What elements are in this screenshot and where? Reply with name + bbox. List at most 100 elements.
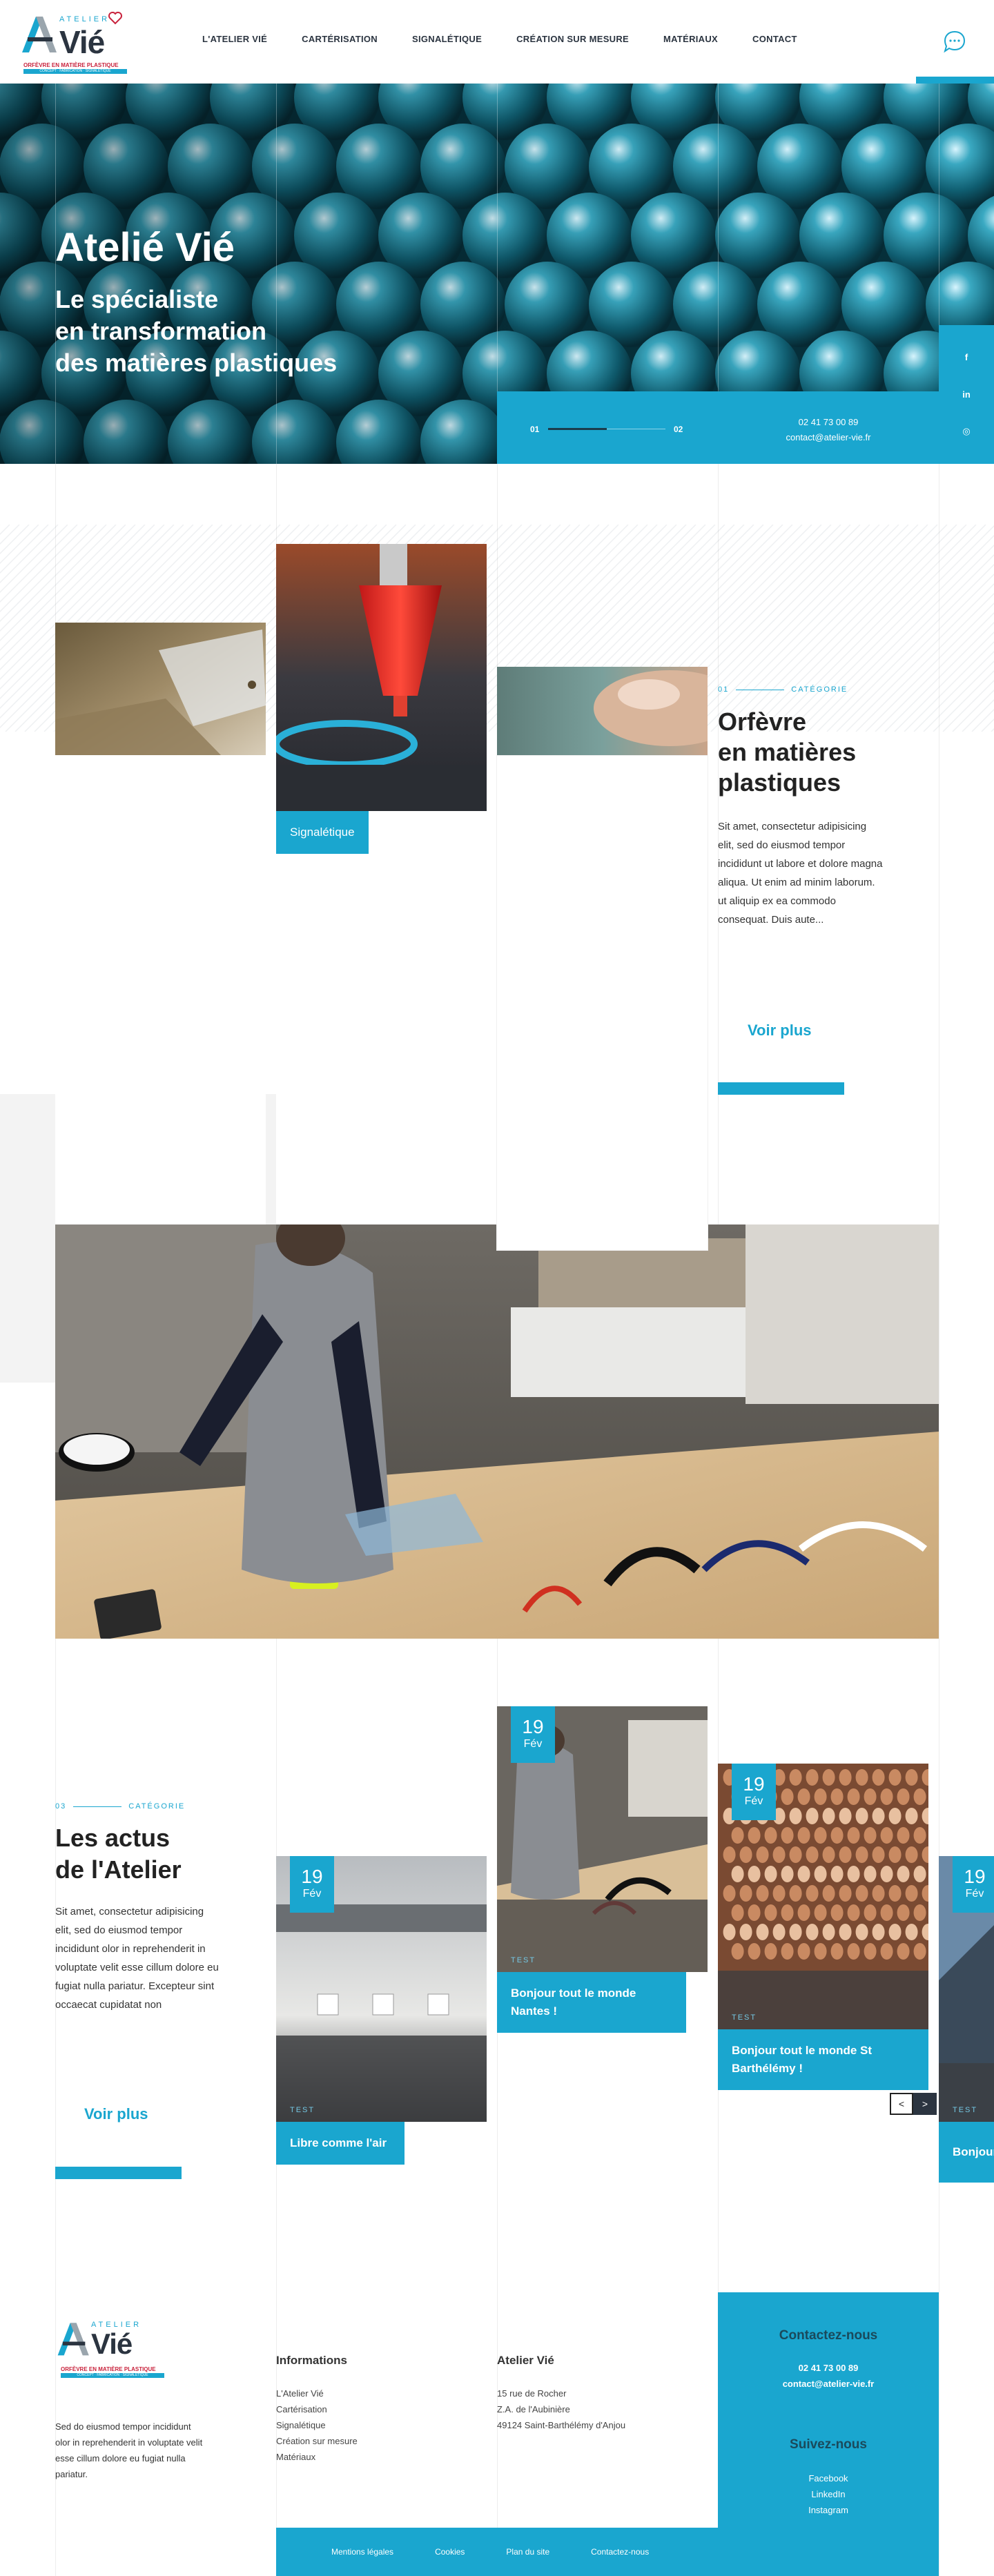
news-month: Fév — [302, 1888, 322, 1900]
hero-subtitle-line: des matières plastiques — [55, 349, 338, 377]
footer-link[interactable]: Signalétique — [276, 2417, 358, 2433]
chat-bubble-icon[interactable] — [943, 30, 966, 53]
nav-item-signaletique[interactable]: SIGNALÉTIQUE — [412, 34, 482, 44]
section1-accent-bar — [718, 1082, 844, 1095]
instagram-icon[interactable]: ◎ — [962, 426, 970, 437]
footer-link[interactable]: Matériaux — [276, 2449, 358, 2465]
site-header: ATELIER Vié ORFÈVRE EN MATIÈRE PLASTIQUE… — [0, 0, 994, 84]
main-nav: L'ATELIER VIÉ CARTÉRISATION SIGNALÉTIQUE… — [202, 34, 797, 44]
sitemap-link[interactable]: Plan du site — [506, 2547, 549, 2557]
hero-email[interactable]: contact@atelier-vie.fr — [718, 430, 939, 445]
logo-heart-icon — [108, 12, 122, 25]
news-date-badge: 19 Fév — [732, 1764, 776, 1820]
facebook-icon[interactable]: f — [965, 352, 968, 362]
laser-cutter-image — [276, 544, 487, 811]
hero-subtitle-line: Le spécialiste — [55, 285, 219, 313]
slider-progress — [548, 428, 607, 430]
footer-contact-title: Contactez-nous — [779, 2328, 878, 2343]
hero-subtitle: Le spécialiste en transformation des mat… — [55, 284, 469, 379]
footer-address: 15 rue de Rocher Z.A. de l'Aubinière 491… — [497, 2385, 625, 2433]
footer-about-text: Sed do eiusmod tempor incididunt olor in… — [55, 2421, 203, 2479]
linkedin-icon[interactable]: in — [962, 389, 971, 400]
signaletique-tag[interactable]: Signalétique — [276, 811, 369, 854]
news-tag: TEST — [732, 2013, 757, 2022]
news-day: 19 — [964, 1866, 986, 1887]
category-label: CATÉGORIE — [791, 685, 848, 694]
section-number: 01 — [718, 685, 730, 694]
nav-item-carterisation[interactable]: CARTÉRISATION — [302, 34, 378, 44]
address-line: Z.A. de l'Aubinière — [497, 2404, 570, 2414]
news-date-badge: 19 Fév — [511, 1706, 555, 1763]
workshop-image — [55, 1224, 939, 1639]
news-month: Fév — [744, 1795, 763, 1807]
section3-accent-bar — [55, 2167, 182, 2179]
section1-title-line: Orfèvre — [718, 708, 807, 736]
section1-voir-plus-link[interactable]: Voir plus — [748, 1022, 812, 1040]
footer-address-title: Atelier Vié — [497, 2354, 554, 2367]
news-tag: TEST — [511, 1956, 536, 1964]
legal-link[interactable]: Mentions légales — [331, 2547, 393, 2557]
hero-phone[interactable]: 02 41 73 00 89 — [718, 415, 939, 430]
address-line: 15 rue de Rocher — [497, 2388, 567, 2399]
footer-info-links: L'Atelier Vié Cartérisation Signalétique… — [276, 2385, 358, 2465]
category-label: CATÉGORIE — [128, 1802, 186, 1811]
news-title[interactable]: Bonjour tout le monde — [939, 2122, 994, 2183]
logo-mark-icon — [57, 2323, 89, 2356]
news-tag: TEST — [953, 2106, 978, 2114]
hero-title: Atelié Vié — [55, 225, 235, 270]
site-logo[interactable]: ATELIER Vié ORFÈVRE EN MATIÈRE PLASTIQUE… — [19, 11, 130, 75]
logo-tagline: ORFÈVRE EN MATIÈRE PLASTIQUE — [61, 2366, 156, 2372]
nav-item-contact[interactable]: CONTACT — [752, 34, 797, 44]
news-carousel-arrows: < > — [890, 2093, 937, 2115]
footer-linkedin-link[interactable]: LinkedIn — [718, 2486, 939, 2502]
footer-instagram-link[interactable]: Instagram — [718, 2502, 939, 2518]
acrylic-piece-image — [55, 623, 266, 755]
footer-email[interactable]: contact@atelier-vie.fr — [718, 2376, 939, 2392]
nav-item-atelier[interactable]: L'ATELIER VIÉ — [202, 34, 267, 44]
prev-arrow-button[interactable]: < — [890, 2093, 913, 2115]
news-card[interactable]: 19 Fév TEST Bonjour tout le monde — [939, 1856, 994, 2183]
footer-logo[interactable]: ATELIER Vié ORFÈVRE EN MATIÈRE PLASTIQUE… — [55, 2318, 173, 2390]
news-title[interactable]: Bonjour tout le monde Nantes ! — [497, 1972, 686, 2033]
section3-voir-plus-link[interactable]: Voir plus — [84, 2105, 148, 2123]
news-day: 19 — [743, 1773, 765, 1795]
address-line: 49124 Saint-Barthélémy d'Anjou — [497, 2420, 626, 2430]
slider-total: 02 — [674, 425, 683, 434]
section1-title-line: plastiques — [718, 768, 841, 797]
news-month: Fév — [523, 1738, 543, 1750]
section3-category: 03 CATÉGORIE — [55, 1802, 185, 1811]
cookies-link[interactable]: Cookies — [435, 2547, 465, 2557]
news-month: Fév — [965, 1888, 984, 1900]
hero-subtitle-line: en transformation — [55, 317, 267, 345]
white-panel — [497, 756, 708, 1250]
footer-facebook-link[interactable]: Facebook — [718, 2470, 939, 2486]
logo-vie-text: Vié — [91, 2328, 133, 2360]
social-links: f in ◎ — [939, 325, 994, 464]
contact-link[interactable]: Contactez-nous — [591, 2547, 649, 2557]
nav-item-creation[interactable]: CRÉATION SUR MESURE — [516, 34, 629, 44]
footer-contact-panel: Contactez-nous 02 41 73 00 89 contact@at… — [718, 2292, 939, 2576]
news-title[interactable]: Bonjour tout le monde St Barthélémy ! — [718, 2029, 928, 2090]
section1-text: Sit amet, consectetur adipisicing elit, … — [718, 821, 883, 926]
logo-atelier-text: ATELIER — [59, 15, 110, 23]
footer-link[interactable]: Création sur mesure — [276, 2433, 358, 2449]
footer-phone[interactable]: 02 41 73 00 89 — [718, 2360, 939, 2376]
nav-item-materiaux[interactable]: MATÉRIAUX — [663, 34, 718, 44]
news-date-badge: 19 Fév — [290, 1856, 334, 1913]
logo-mark-icon — [22, 17, 57, 52]
footer-info-title: Informations — [276, 2354, 347, 2367]
section1-category: 01 CATÉGORIE — [718, 685, 848, 694]
logo-tagline-bar: CONCEPT · FABRICATION · SIGNALÉTIQUE — [23, 69, 127, 74]
news-day: 19 — [522, 1716, 544, 1737]
footer-follow-title: Suivez-nous — [790, 2437, 867, 2452]
logo-tagline-bar: CONCEPT · FABRICATION · SIGNALÉTIQUE — [61, 2373, 164, 2378]
news-tag: TEST — [290, 2106, 315, 2114]
section1-title-line: en matières — [718, 738, 857, 766]
next-arrow-button[interactable]: > — [913, 2093, 937, 2115]
news-title[interactable]: Libre comme l'air — [276, 2122, 405, 2165]
hero-slider-control[interactable]: 01 02 — [497, 391, 718, 464]
section3-title-line: Les actus — [55, 1824, 170, 1852]
news-day: 19 — [301, 1866, 323, 1887]
footer-link[interactable]: Cartérisation — [276, 2401, 358, 2417]
footer-link[interactable]: L'Atelier Vié — [276, 2385, 358, 2401]
